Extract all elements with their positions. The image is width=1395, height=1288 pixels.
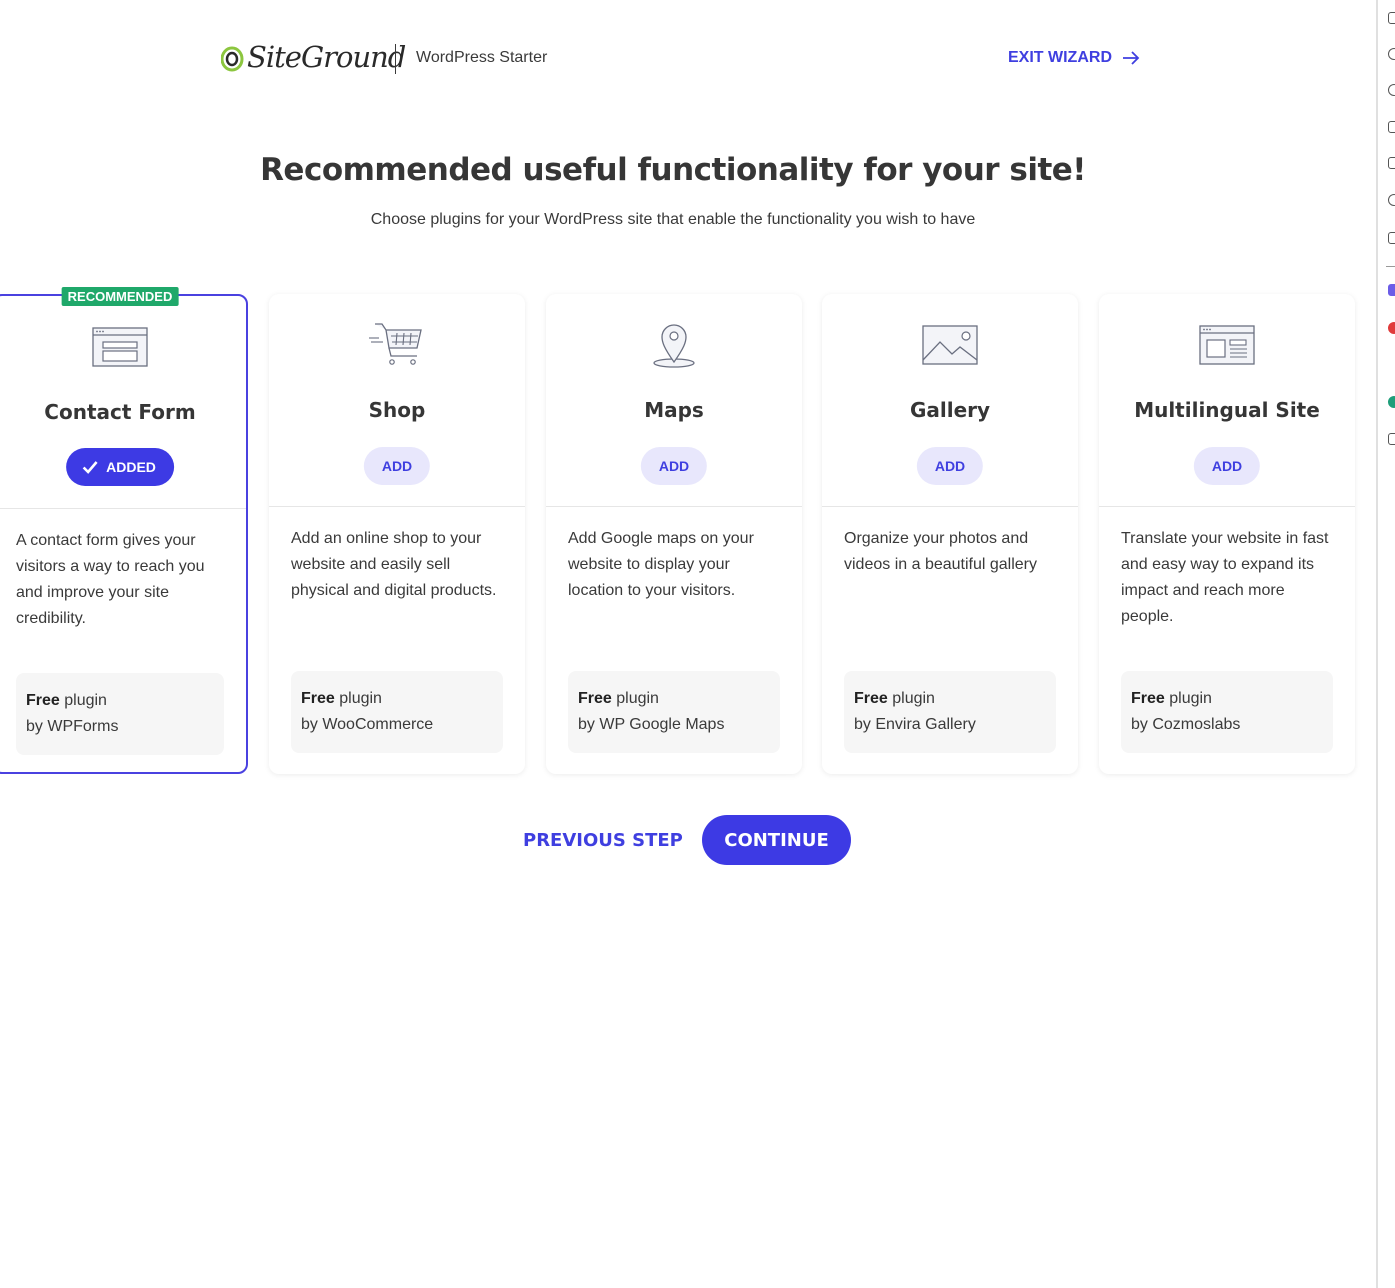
add-button[interactable]: ADD <box>363 447 431 485</box>
add-button[interactable]: ADD <box>916 447 984 485</box>
side-toolbar <box>1376 0 1395 1288</box>
product-name: WordPress Starter <box>416 49 548 66</box>
plugin-author: by WooCommerce <box>301 716 434 733</box>
added-button-label: ADDED <box>106 459 156 475</box>
added-button[interactable]: ADDED <box>66 448 174 486</box>
free-label: Free <box>301 690 335 707</box>
card-title: Multilingual Site <box>1134 398 1320 422</box>
plugin-author: by Cozmoslabs <box>1131 716 1241 733</box>
app-icon[interactable] <box>1388 284 1395 296</box>
plugin-author: by WPForms <box>26 718 119 735</box>
card-divider <box>546 506 802 507</box>
card-description: Add an online shop to your website and e… <box>291 530 497 599</box>
free-label: Free <box>854 690 888 707</box>
exit-wizard-label: EXIT WIZARD <box>1008 49 1112 66</box>
toolbar-icon[interactable] <box>1388 157 1395 169</box>
siteground-swirl-icon <box>221 46 244 72</box>
card-description: A contact form gives your visitors a way… <box>16 532 205 627</box>
toolbar-icon[interactable] <box>1388 12 1395 24</box>
card-title: Maps <box>644 398 704 422</box>
free-label: Free <box>1131 690 1165 707</box>
plugin-label: plugin <box>339 690 382 707</box>
card-description: Organize your photos and videos in a bea… <box>844 530 1038 573</box>
plugin-label: plugin <box>892 690 935 707</box>
plugin-author: by WP Google Maps <box>578 716 725 733</box>
page-title: Recommended useful functionality for you… <box>260 152 1086 188</box>
toolbar-icon[interactable] <box>1388 232 1395 244</box>
top-bar: SiteGround WordPress Starter EXIT WIZARD <box>0 0 1376 110</box>
recommended-badge: RECOMMENDED <box>61 287 179 306</box>
globe-icon[interactable] <box>1388 84 1395 96</box>
form-window-icon <box>92 327 148 367</box>
card-divider <box>0 508 246 509</box>
plugin-label: plugin <box>1169 690 1212 707</box>
app-icon[interactable] <box>1388 322 1395 334</box>
toolbar-icon[interactable] <box>1388 433 1395 445</box>
card-title: Gallery <box>909 398 991 422</box>
card-divider <box>1099 506 1355 507</box>
plugin-label: plugin <box>64 692 107 709</box>
image-gallery-icon <box>922 325 978 365</box>
previous-step-link[interactable]: PREVIOUS STEP <box>523 830 683 851</box>
plugin-card-shop[interactable]: Shop ADD Add an online shop to your webs… <box>269 294 525 774</box>
card-title: Contact Form <box>44 400 196 424</box>
card-title: Shop <box>368 398 426 422</box>
continue-button[interactable]: CONTINUE <box>702 815 851 865</box>
card-divider <box>822 506 1078 507</box>
toolbar-icon[interactable] <box>1388 48 1395 60</box>
card-description: Add Google maps on your website to displ… <box>568 530 754 599</box>
app-icon[interactable] <box>1388 396 1395 408</box>
siteground-logo[interactable]: SiteGround <box>221 40 406 74</box>
plugin-card-contact-form[interactable]: RECOMMENDED Contact Form ADDED A contact… <box>0 287 248 774</box>
plugin-info: Free plugin by Envira Gallery <box>844 671 1056 753</box>
page-subtitle: Choose plugins for your WordPress site t… <box>370 211 976 228</box>
exit-wizard-link[interactable]: EXIT WIZARD <box>1008 49 1140 67</box>
multilingual-window-icon <box>1199 325 1255 365</box>
toolbar-icon[interactable] <box>1388 194 1395 206</box>
plugin-card-gallery[interactable]: Gallery ADD Organize your photos and vid… <box>822 294 1078 774</box>
checkmark-icon <box>82 461 98 474</box>
plugin-label: plugin <box>616 690 659 707</box>
toolbar-divider <box>1386 266 1395 267</box>
toolbar-icon[interactable] <box>1388 121 1395 133</box>
header-divider <box>395 44 396 74</box>
free-label: Free <box>26 692 60 709</box>
free-label: Free <box>578 690 612 707</box>
add-button[interactable]: ADD <box>1193 447 1261 485</box>
arrow-right-icon <box>1123 51 1140 65</box>
plugin-info: Free plugin by Cozmoslabs <box>1121 671 1333 753</box>
shopping-cart-icon <box>369 323 422 365</box>
card-divider <box>269 506 525 507</box>
plugin-info: Free plugin by WP Google Maps <box>568 671 780 753</box>
add-button[interactable]: ADD <box>640 447 708 485</box>
plugin-author: by Envira Gallery <box>854 716 976 733</box>
logo-text: SiteGround <box>247 40 406 74</box>
card-description: Translate your website in fast and easy … <box>1121 530 1329 625</box>
map-pin-icon <box>653 324 695 368</box>
plugin-info: Free plugin by WPForms <box>16 673 224 755</box>
plugin-card-multilingual-site[interactable]: Multilingual Site ADD Translate your web… <box>1099 294 1355 774</box>
plugin-info: Free plugin by WooCommerce <box>291 671 503 753</box>
plugin-card-maps[interactable]: Maps ADD Add Google maps on your website… <box>546 294 802 774</box>
